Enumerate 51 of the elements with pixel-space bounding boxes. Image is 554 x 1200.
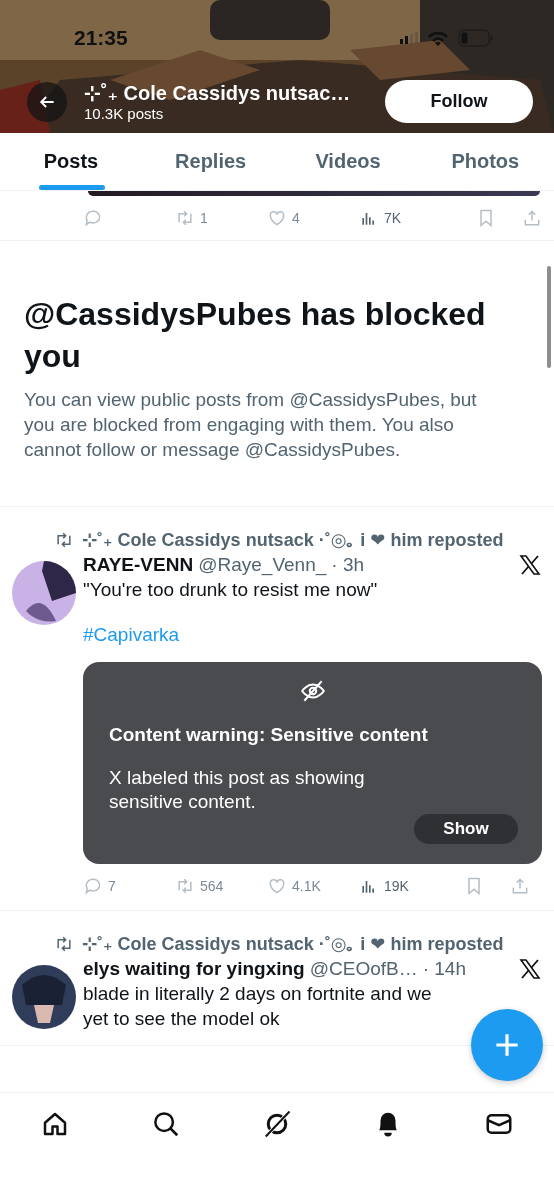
author-name[interactable]: RAYE-VENN [83,554,194,576]
hidden-eye-icon [299,678,326,704]
warning-title: Content warning: Sensitive content [109,724,429,746]
repost-count: 564 [200,878,224,894]
repost-label: ⊹˚₊ Cole Cassidys nutsack ·˚◎｡ i ❤ him reposted [82,933,504,955]
reply-icon[interactable] [83,208,103,228]
heart-icon[interactable] [267,208,287,228]
warning-text: X labeled this post as showing sensitive content. [109,766,366,814]
repost-icon [54,530,74,550]
like-count: 4.1K [292,878,321,894]
tab[interactable]: Photos [416,133,554,190]
view-count: 19K [384,878,409,894]
post-text: yet to see the model ok [83,1007,281,1031]
signal-icon [400,32,418,44]
wifi-icon [426,29,450,47]
notice-title: @CassidysPubes has blocked you [24,295,487,376]
tab[interactable]: Replies [142,133,280,190]
author-handle[interactable]: @Raye_Venn_ [198,554,327,576]
repost-label: ⊹˚₊ Cole Cassidys nutsack ·˚◎｡ i ❤ him reposted [82,529,504,551]
share-icon[interactable] [510,876,530,896]
repost-icon[interactable] [175,876,195,896]
battery-icon [458,29,494,47]
repost-icon[interactable] [175,208,195,228]
notice-text: You can view public posts from @CassidysPubes, but you are blocked from engaging with them. You also cannot follow or message @CassidysPubes. [24,388,478,462]
repost-icon [54,934,74,954]
x-logo-icon [518,553,542,577]
avatar[interactable] [12,965,76,1029]
post-text: "You're too drunk to resist me now" [83,578,379,602]
share-icon[interactable] [522,208,542,228]
heart-icon[interactable] [267,876,287,896]
slashed-circle-icon[interactable] [262,1109,292,1139]
post-time: · 3h [331,554,365,576]
author-name[interactable]: elys waiting for yingxing [83,958,305,980]
status-time: 21:35 [74,26,128,50]
avatar[interactable] [12,561,76,625]
tab[interactable]: Videos [279,133,417,190]
follow-button[interactable]: Follow [385,80,533,123]
profile-name: ⊹˚₊ Cole Cassidys nutsac… [84,81,352,105]
post-count: 10.3K posts [84,105,165,122]
reply-count: 7 [108,878,116,894]
post-time: · 14h [422,958,466,980]
author-handle[interactable]: @CEOofB… [309,958,418,980]
repost-count: 1 [200,210,208,226]
reply-icon[interactable] [83,876,103,896]
like-count: 4 [292,210,300,226]
view-count: 7K [384,210,402,226]
x-logo-icon [518,957,542,981]
post-text: blade in literally 2 days on fortnite and we [83,982,433,1006]
show-button[interactable]: Show [414,814,518,844]
tab[interactable]: Posts [0,133,142,190]
compose-button[interactable] [471,1009,543,1081]
